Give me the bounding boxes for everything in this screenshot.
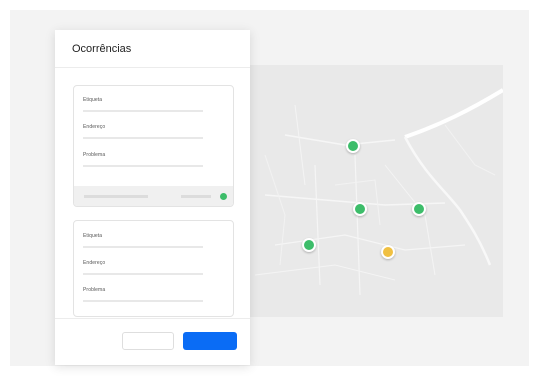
footer-placeholder-bar xyxy=(181,195,211,198)
field-placeholder-line xyxy=(83,273,203,275)
card-footer xyxy=(74,186,233,206)
confirm-button[interactable] xyxy=(183,332,237,350)
map-marker[interactable] xyxy=(353,202,367,216)
panel-title: Ocorrências xyxy=(72,42,132,55)
field-placeholder-line xyxy=(83,137,203,139)
panel-footer xyxy=(55,318,250,365)
field-label: Endereço xyxy=(83,260,106,266)
field-tag: Etiqueta xyxy=(83,97,203,112)
occurrence-card[interactable]: Etiqueta Endereço Problema xyxy=(73,220,234,317)
map-marker[interactable] xyxy=(381,245,395,259)
field-label: Etiqueta xyxy=(83,97,103,103)
field-label: Problema xyxy=(83,287,106,293)
field-problem: Problema xyxy=(83,152,203,167)
field-address: Endereço xyxy=(83,260,203,275)
field-label: Problema xyxy=(83,152,106,158)
footer-placeholder-bar xyxy=(84,195,148,198)
map-marker[interactable] xyxy=(346,139,360,153)
field-problem: Problema xyxy=(83,287,203,302)
field-label: Etiqueta xyxy=(83,233,103,239)
map-marker[interactable] xyxy=(302,238,316,252)
field-address: Endereço xyxy=(83,124,203,139)
field-placeholder-line xyxy=(83,246,203,248)
field-tag: Etiqueta xyxy=(83,233,203,248)
map-view[interactable] xyxy=(245,65,503,317)
occurrences-panel: Ocorrências Etiqueta Endereço Problema E… xyxy=(55,30,250,365)
map-marker[interactable] xyxy=(412,202,426,216)
panel-header: Ocorrências xyxy=(55,30,250,68)
field-placeholder-line xyxy=(83,110,203,112)
map-roads xyxy=(254,88,503,296)
field-placeholder-line xyxy=(83,165,203,167)
cancel-button[interactable] xyxy=(122,332,174,350)
field-label: Endereço xyxy=(83,124,106,130)
field-placeholder-line xyxy=(83,300,203,302)
occurrence-card[interactable]: Etiqueta Endereço Problema xyxy=(73,85,234,207)
status-dot xyxy=(220,193,227,200)
